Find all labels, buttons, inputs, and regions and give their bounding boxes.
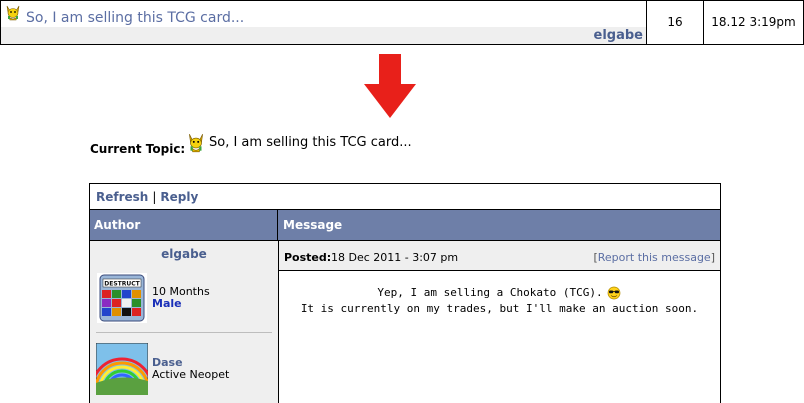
- svg-text:DESTRUCT: DESTRUCT: [104, 281, 140, 288]
- message-column-header: Message: [283, 218, 343, 232]
- post-author-link[interactable]: elgabe: [90, 247, 278, 261]
- message-board: Refresh | Reply Author Message elgabe DEST…: [89, 183, 721, 403]
- topic-title-row: So, I am selling this TCG card...: [1, 1, 646, 27]
- report-bracket-close: ]: [710, 251, 715, 264]
- message-body: Yep, I am selling a Chokato (TCG). It is…: [279, 285, 720, 317]
- pet-status: Active Neopet: [152, 368, 230, 381]
- board-actions: Refresh | Reply: [90, 184, 720, 210]
- message-line: Yep, I am selling a Chokato (TCG).: [279, 285, 720, 301]
- action-separator: |: [152, 190, 157, 204]
- reply-link[interactable]: Reply: [160, 190, 198, 204]
- current-topic-title: So, I am selling this TCG card...: [209, 135, 412, 150]
- message-line-1: Yep, I am selling a Chokato (TCG).: [377, 286, 603, 299]
- posted-date: 18 Dec 2011 - 3:07 pm: [331, 251, 459, 264]
- last-post-date: 18.12 3:19pm: [711, 15, 796, 29]
- replies-count: 16: [647, 1, 704, 44]
- current-topic-label: Current Topic:: [90, 142, 186, 156]
- sunglasses-smiley-icon: [607, 286, 620, 300]
- avatar[interactable]: DESTRUCT: [97, 273, 147, 323]
- message-line-2: It is currently on my trades, but I'll m…: [300, 302, 699, 315]
- topic-byline: elgabe: [1, 27, 646, 44]
- yellow-pet-icon: [6, 5, 20, 21]
- report-wrap: [Report this message]: [593, 251, 715, 264]
- refresh-link[interactable]: Refresh: [96, 190, 148, 204]
- topic-cell: So, I am selling this TCG card... elgabe: [1, 1, 647, 44]
- message-panel: Posted: 18 Dec 2011 - 3:07 pm [Report th…: [279, 241, 720, 403]
- gender: Male: [152, 297, 182, 310]
- topic-title-link[interactable]: So, I am selling this TCG card...: [26, 10, 244, 26]
- board-header-row: Author Message: [90, 210, 720, 241]
- yellow-pet-icon: [189, 134, 203, 153]
- topic-listing-row[interactable]: So, I am selling this TCG card... elgabe…: [0, 0, 804, 45]
- author-column-header: Author: [90, 210, 278, 240]
- report-message-link[interactable]: Report this message: [598, 251, 711, 264]
- author-divider: [96, 332, 272, 333]
- author-panel: elgabe DESTRUCT 10 Months Male Dase Acti…: [90, 241, 279, 403]
- arrow-down-icon: [364, 54, 416, 118]
- posted-label: Posted:: [284, 251, 332, 264]
- topic-author-link[interactable]: elgabe: [594, 28, 643, 43]
- posted-bar: Posted: 18 Dec 2011 - 3:07 pm [Report th…: [279, 241, 720, 271]
- pet-image[interactable]: [96, 343, 148, 395]
